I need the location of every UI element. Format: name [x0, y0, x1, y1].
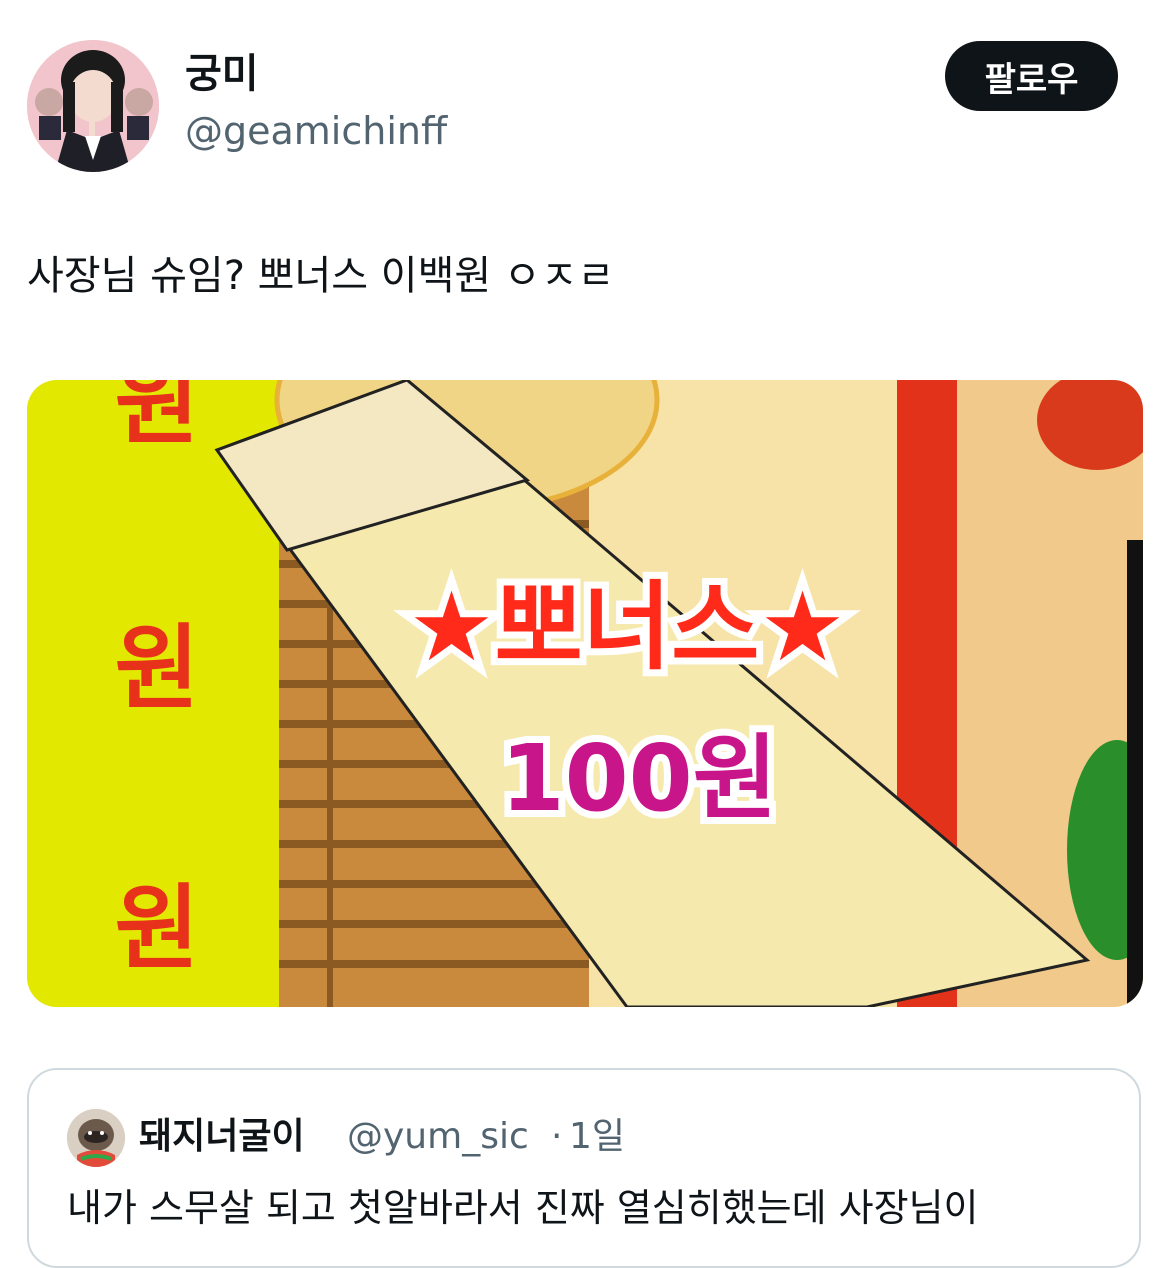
- author-display-name[interactable]: 궁미: [185, 48, 259, 100]
- quoted-author-name[interactable]: 돼지너굴이: [139, 1112, 305, 1162]
- bonus-amount-text: 100원: [501, 725, 778, 832]
- quoted-tweet[interactable]: 돼지너굴이 @yum_sic · 1일 내가 스무살 되고 첫알바라서 진짜 열…: [27, 1068, 1141, 1268]
- quoted-timestamp[interactable]: 1일: [569, 1112, 625, 1162]
- author-handle[interactable]: @geamichinff: [185, 106, 447, 156]
- author-avatar[interactable]: [27, 40, 159, 172]
- separator-dot: ·: [551, 1116, 563, 1157]
- follow-button[interactable]: 팔로우: [945, 41, 1118, 111]
- side-text-2: 원: [115, 615, 200, 722]
- quoted-tweet-text: 내가 스무살 되고 첫알바라서 진짜 열심히했는데 사장님이: [67, 1186, 979, 1230]
- quoted-author-avatar[interactable]: [67, 1109, 125, 1167]
- side-text-1: 원: [115, 380, 200, 457]
- tweet-header: 궁미 @geamichinff 팔로우: [0, 0, 1170, 200]
- tweet-media-image[interactable]: 원 원 원 ★뽀너스★ 100원: [27, 380, 1143, 1007]
- side-text-3: 원: [115, 875, 200, 982]
- quoted-author-handle[interactable]: @yum_sic: [347, 1112, 529, 1162]
- tweet-text: 사장님 슈임? 뽀너스 이백원 ㅇㅈㄹ: [27, 253, 615, 299]
- bonus-text: ★뽀너스★: [408, 571, 845, 683]
